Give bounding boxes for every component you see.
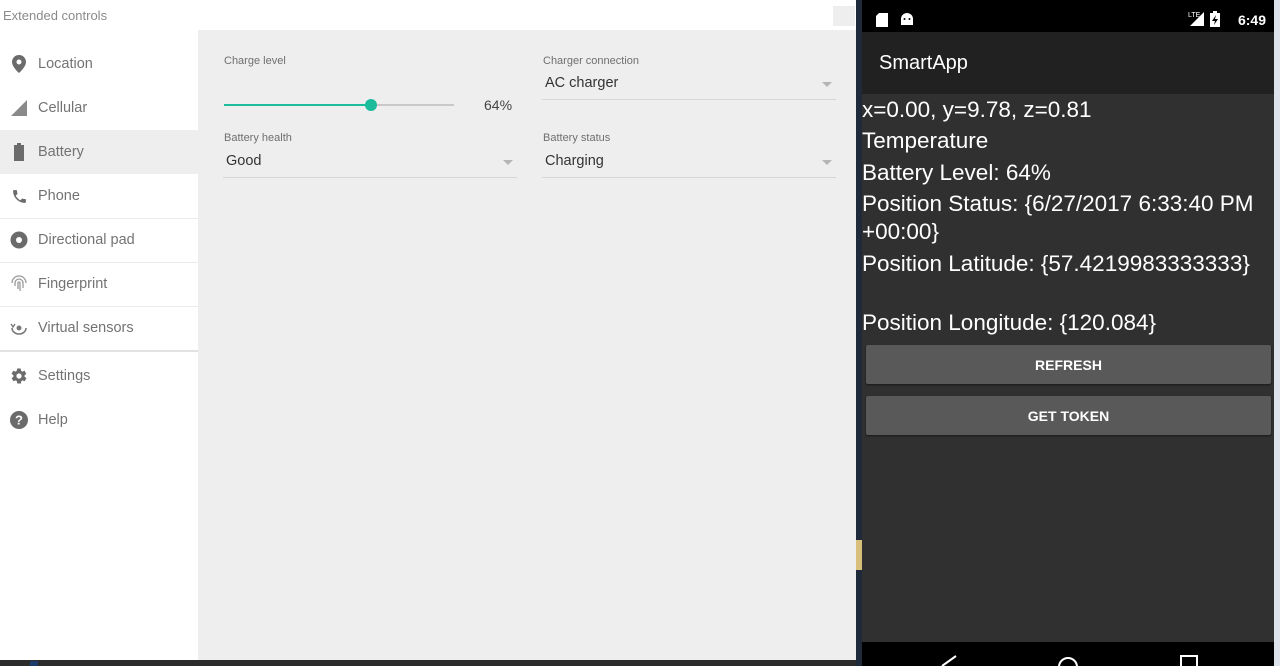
screen: Extended controls Location Cellular Batt… xyxy=(0,0,1280,666)
sd-card-icon xyxy=(876,13,888,32)
extended-controls-window: Extended controls Location Cellular Batt… xyxy=(0,0,856,666)
battery-panel xyxy=(198,30,856,660)
accelerometer-text: x=0.00, y=9.78, z=0.81 xyxy=(862,97,1092,122)
chevron-down-icon xyxy=(822,82,832,87)
dropdown-value: AC charger xyxy=(545,75,619,91)
emulator-screen: LTE 6:49 SmartApp x=0.00, y=9.78, z=0.81… xyxy=(862,0,1274,666)
battery-status-label: Battery status xyxy=(543,132,611,144)
window-title: Extended controls xyxy=(0,0,856,30)
dropdown-value: Charging xyxy=(545,153,604,169)
charger-connection-dropdown[interactable]: AC charger xyxy=(542,70,836,100)
help-icon: ? xyxy=(0,411,38,429)
background-edge xyxy=(1274,0,1280,666)
sidebar-item-fingerprint[interactable]: Fingerprint xyxy=(0,262,198,306)
sidebar-item-phone[interactable]: Phone xyxy=(0,174,198,218)
sidebar-item-label: Location xyxy=(38,56,93,72)
sidebar-item-label: Virtual sensors xyxy=(38,320,134,336)
charge-level-label: Charge level xyxy=(224,55,286,67)
dpad-icon xyxy=(0,231,38,249)
recents-icon[interactable] xyxy=(1180,654,1198,666)
android-icon xyxy=(900,12,914,31)
background-strip xyxy=(0,660,856,666)
sidebar-item-settings[interactable]: Settings xyxy=(0,354,198,398)
sidebar-item-label: Fingerprint xyxy=(38,276,108,292)
status-time: 6:49 xyxy=(1237,12,1266,28)
temperature-text: Temperature xyxy=(862,128,989,153)
charger-connection-label: Charger connection xyxy=(543,55,640,67)
position-status-text: Position Status: {6/27/2017 6:33:40 PM +… xyxy=(862,191,1254,244)
refresh-button[interactable]: REFRESH xyxy=(866,345,1271,384)
get-token-button[interactable]: GET TOKEN xyxy=(866,396,1271,435)
sidebar-item-label: Help xyxy=(38,412,68,428)
sidebar-item-label: Phone xyxy=(38,188,80,204)
sidebar-item-cellular[interactable]: Cellular xyxy=(0,86,198,130)
phone-icon xyxy=(0,188,38,205)
fingerprint-icon xyxy=(0,275,38,293)
sidebar-item-label: Battery xyxy=(38,144,84,160)
position-longitude-text: Position Longitude: {120.084} xyxy=(862,310,1157,335)
charge-level-slider[interactable] xyxy=(224,99,454,111)
sidebar-item-virtual-sensors[interactable]: Virtual sensors xyxy=(0,306,198,350)
sidebar: Location Cellular Battery Phone Directio… xyxy=(0,30,198,666)
chevron-down-icon xyxy=(503,160,513,165)
svg-text:?: ? xyxy=(15,413,23,428)
sidebar-item-location[interactable]: Location xyxy=(0,42,198,86)
back-icon[interactable] xyxy=(940,654,958,666)
slider-fill xyxy=(224,104,371,106)
dropdown-value: Good xyxy=(226,153,262,169)
rotation-icon xyxy=(0,320,38,336)
battery-icon xyxy=(0,143,38,161)
navigation-bar xyxy=(862,642,1274,666)
app-title: SmartApp xyxy=(879,52,968,74)
slider-handle[interactable] xyxy=(365,99,377,111)
sidebar-item-label: Cellular xyxy=(38,100,88,116)
battery-charging-icon xyxy=(1210,11,1220,32)
sidebar-item-battery[interactable]: Battery xyxy=(0,130,198,174)
cellular-signal-icon xyxy=(0,100,38,116)
background-marker xyxy=(30,661,38,666)
app-content: x=0.00, y=9.78, z=0.81 Temperature Batte… xyxy=(862,94,1274,642)
position-latitude-text: Position Latitude: {57.4219983333333} xyxy=(862,251,1250,276)
home-icon[interactable] xyxy=(1058,654,1078,666)
location-pin-icon xyxy=(0,55,38,73)
status-bar: LTE 6:49 xyxy=(862,8,1274,32)
app-bar: SmartApp xyxy=(862,32,1274,94)
charge-level-value: 64% xyxy=(484,97,513,113)
divider xyxy=(0,350,198,352)
battery-status-dropdown[interactable]: Charging xyxy=(542,148,836,178)
close-button[interactable] xyxy=(833,6,855,26)
battery-level-text: Battery Level: 64% xyxy=(862,160,1051,185)
sidebar-item-help[interactable]: ? Help xyxy=(0,398,198,442)
gear-icon xyxy=(0,367,38,385)
sidebar-item-label: Directional pad xyxy=(38,232,135,248)
sidebar-item-directional-pad[interactable]: Directional pad xyxy=(0,218,198,262)
battery-health-label: Battery health xyxy=(224,132,292,144)
battery-health-dropdown[interactable]: Good xyxy=(223,148,517,178)
chevron-down-icon xyxy=(822,160,832,165)
signal-icon xyxy=(1190,12,1204,31)
sidebar-item-label: Settings xyxy=(38,368,91,384)
